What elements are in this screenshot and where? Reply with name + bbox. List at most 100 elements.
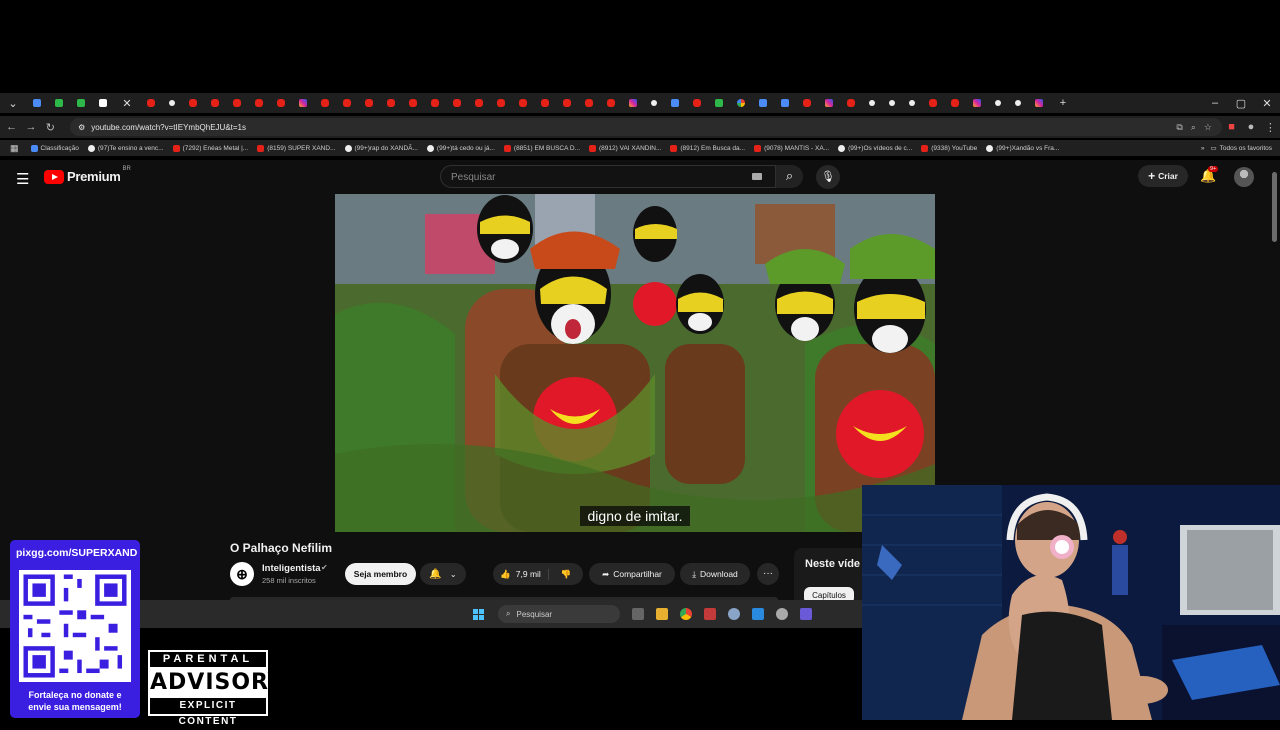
tab-icon[interactable] — [33, 99, 41, 107]
tab-icon-youtube[interactable] — [585, 99, 593, 107]
app-icon[interactable] — [800, 608, 812, 620]
more-actions-button[interactable]: ··· — [757, 563, 779, 585]
bookmark-item[interactable]: (8159) SUPER XAND... — [257, 144, 336, 152]
tab-icon-youtube[interactable] — [409, 99, 417, 107]
search-button[interactable]: ⌕ — [776, 165, 803, 188]
tab-icon[interactable] — [77, 99, 85, 107]
tab-icon-youtube[interactable] — [693, 99, 701, 107]
tab-icon-tiktok[interactable] — [869, 100, 875, 106]
close-window-button[interactable]: ✕ — [1254, 97, 1280, 110]
tab-icon-tiktok[interactable] — [909, 100, 915, 106]
all-bookmarks-folder[interactable]: ▭ Todos os favoritos — [1210, 144, 1272, 153]
chrome-icon[interactable] — [680, 608, 692, 620]
keyboard-icon[interactable] — [752, 173, 762, 180]
tab-icon-youtube[interactable] — [147, 99, 155, 107]
tab-icon-youtube[interactable] — [255, 99, 263, 107]
share-button[interactable]: ➦ Compartilhar — [589, 563, 675, 585]
tab-icon-youtube[interactable] — [929, 99, 937, 107]
download-button[interactable]: ⤓ Download — [680, 563, 750, 585]
app-icon[interactable] — [776, 608, 788, 620]
search-input[interactable]: Pesquisar — [440, 165, 776, 188]
bookmark-item[interactable]: (99+)Xandão vs Fra... — [986, 144, 1059, 152]
menu-icon[interactable]: ☰ — [16, 170, 29, 188]
tab-icon-youtube[interactable] — [519, 99, 527, 107]
tab-icon-youtube[interactable] — [387, 99, 395, 107]
tab-icon[interactable] — [55, 99, 63, 107]
install-icon[interactable]: ⧉ — [1176, 122, 1182, 133]
app-icon[interactable] — [704, 608, 716, 620]
minimize-button[interactable]: – — [1202, 97, 1228, 110]
channel-name[interactable]: Inteligentista — [262, 563, 321, 574]
apps-grid-icon[interactable]: ▦ — [10, 143, 19, 154]
tab-icon-instagram[interactable] — [973, 99, 981, 107]
tab-icon-tiktok[interactable] — [651, 100, 657, 106]
tab-icon-youtube[interactable] — [431, 99, 439, 107]
tab-icon-youtube[interactable] — [365, 99, 373, 107]
app-icon[interactable] — [752, 608, 764, 620]
tab-close-icon[interactable]: ✕ — [114, 97, 140, 110]
bookmark-item[interactable]: (8851) EM BUSCA D... — [503, 144, 580, 152]
tab-icon-instagram[interactable] — [1035, 99, 1043, 107]
tab-icon-youtube[interactable] — [321, 99, 329, 107]
create-button[interactable]: + Criar — [1138, 165, 1188, 187]
back-arrow-icon[interactable]: ← — [2, 121, 21, 133]
new-tab-button[interactable]: + — [1050, 97, 1076, 109]
like-button[interactable]: 👍 7,9 mil — [493, 568, 549, 580]
bookmark-item[interactable]: (8912) Em Busca da... — [670, 144, 745, 152]
tab-icon[interactable] — [715, 99, 723, 107]
file-explorer-icon[interactable] — [656, 608, 668, 620]
video-player[interactable] — [335, 194, 935, 532]
maximize-button[interactable]: ▢ — [1228, 97, 1254, 110]
zoom-icon[interactable]: ⌕ — [1191, 122, 1196, 133]
forward-arrow-icon[interactable]: → — [21, 121, 40, 133]
tab-icon-tiktok[interactable] — [889, 100, 895, 106]
tab-icon[interactable] — [759, 99, 767, 107]
extension-icon[interactable]: ■ — [1222, 121, 1241, 133]
tab-icon-instagram[interactable] — [299, 99, 307, 107]
bookmark-item[interactable]: (7292) Enéas Metal |... — [172, 144, 248, 152]
profile-icon[interactable]: ● — [1241, 121, 1260, 133]
tab-icon[interactable] — [99, 99, 107, 107]
subscription-bell-button[interactable]: 🔔 ⌄ — [420, 563, 466, 585]
tab-icon-youtube[interactable] — [277, 99, 285, 107]
tab-icon-youtube[interactable] — [233, 99, 241, 107]
voice-search-button[interactable]: 🎙 — [816, 165, 840, 189]
menu-dots-icon[interactable]: ⋮ — [1261, 121, 1280, 134]
join-member-button[interactable]: Seja membro — [345, 563, 416, 585]
tab-icon-tiktok[interactable] — [995, 100, 1001, 106]
tab-icon-youtube[interactable] — [847, 99, 855, 107]
settings-gear-icon[interactable] — [728, 608, 740, 620]
bookmark-item[interactable]: (99+)tá cedo ou já... — [426, 144, 495, 152]
tab-icon-google[interactable] — [737, 99, 745, 107]
site-info-icon[interactable]: ⚙ — [78, 123, 85, 132]
tab-icon-youtube[interactable] — [563, 99, 571, 107]
bookmark-item[interactable]: (8912) VAI XANDIN... — [589, 144, 661, 152]
taskbar-search[interactable]: ⌕ Pesquisar — [498, 605, 620, 623]
tab-icon-youtube[interactable] — [475, 99, 483, 107]
youtube-logo[interactable]: Premium BR — [44, 166, 131, 184]
bookmark-item[interactable]: (99+)rap do XANDÃ... — [344, 144, 418, 152]
tab-icon[interactable] — [671, 99, 679, 107]
bookmark-item[interactable]: Classificação — [30, 144, 79, 152]
bookmark-star-icon[interactable]: ☆ — [1204, 122, 1212, 133]
tab-icon-youtube[interactable] — [607, 99, 615, 107]
reload-icon[interactable]: ↻ — [41, 121, 60, 134]
tab-icon-youtube[interactable] — [343, 99, 351, 107]
tab-icon-instagram[interactable] — [629, 99, 637, 107]
bookmark-item[interactable]: (97)Te ensino a venc... — [87, 144, 164, 152]
tab-icon-youtube[interactable] — [189, 99, 197, 107]
bookmark-item[interactable]: (9338) YouTube — [921, 144, 977, 152]
bookmark-item[interactable]: (9078) MANTIS - XA... — [754, 144, 829, 152]
tab-icon-youtube[interactable] — [541, 99, 549, 107]
dislike-button[interactable]: 👎 — [549, 569, 583, 580]
tab-icon[interactable] — [781, 99, 789, 107]
tab-icon-tiktok[interactable] — [1015, 100, 1021, 106]
tab-icon-youtube[interactable] — [211, 99, 219, 107]
url-field[interactable]: ⚙ youtube.com/watch?v=tIEYmbQhEJU&t=1s ⧉… — [70, 118, 1222, 136]
user-avatar[interactable] — [1234, 167, 1254, 187]
tab-icon-tiktok[interactable] — [169, 100, 175, 106]
tab-search-icon[interactable]: ⌄ — [0, 97, 26, 110]
tab-icon-youtube[interactable] — [803, 99, 811, 107]
channel-avatar[interactable]: ⊕ — [230, 562, 254, 586]
tab-icon-youtube[interactable] — [497, 99, 505, 107]
